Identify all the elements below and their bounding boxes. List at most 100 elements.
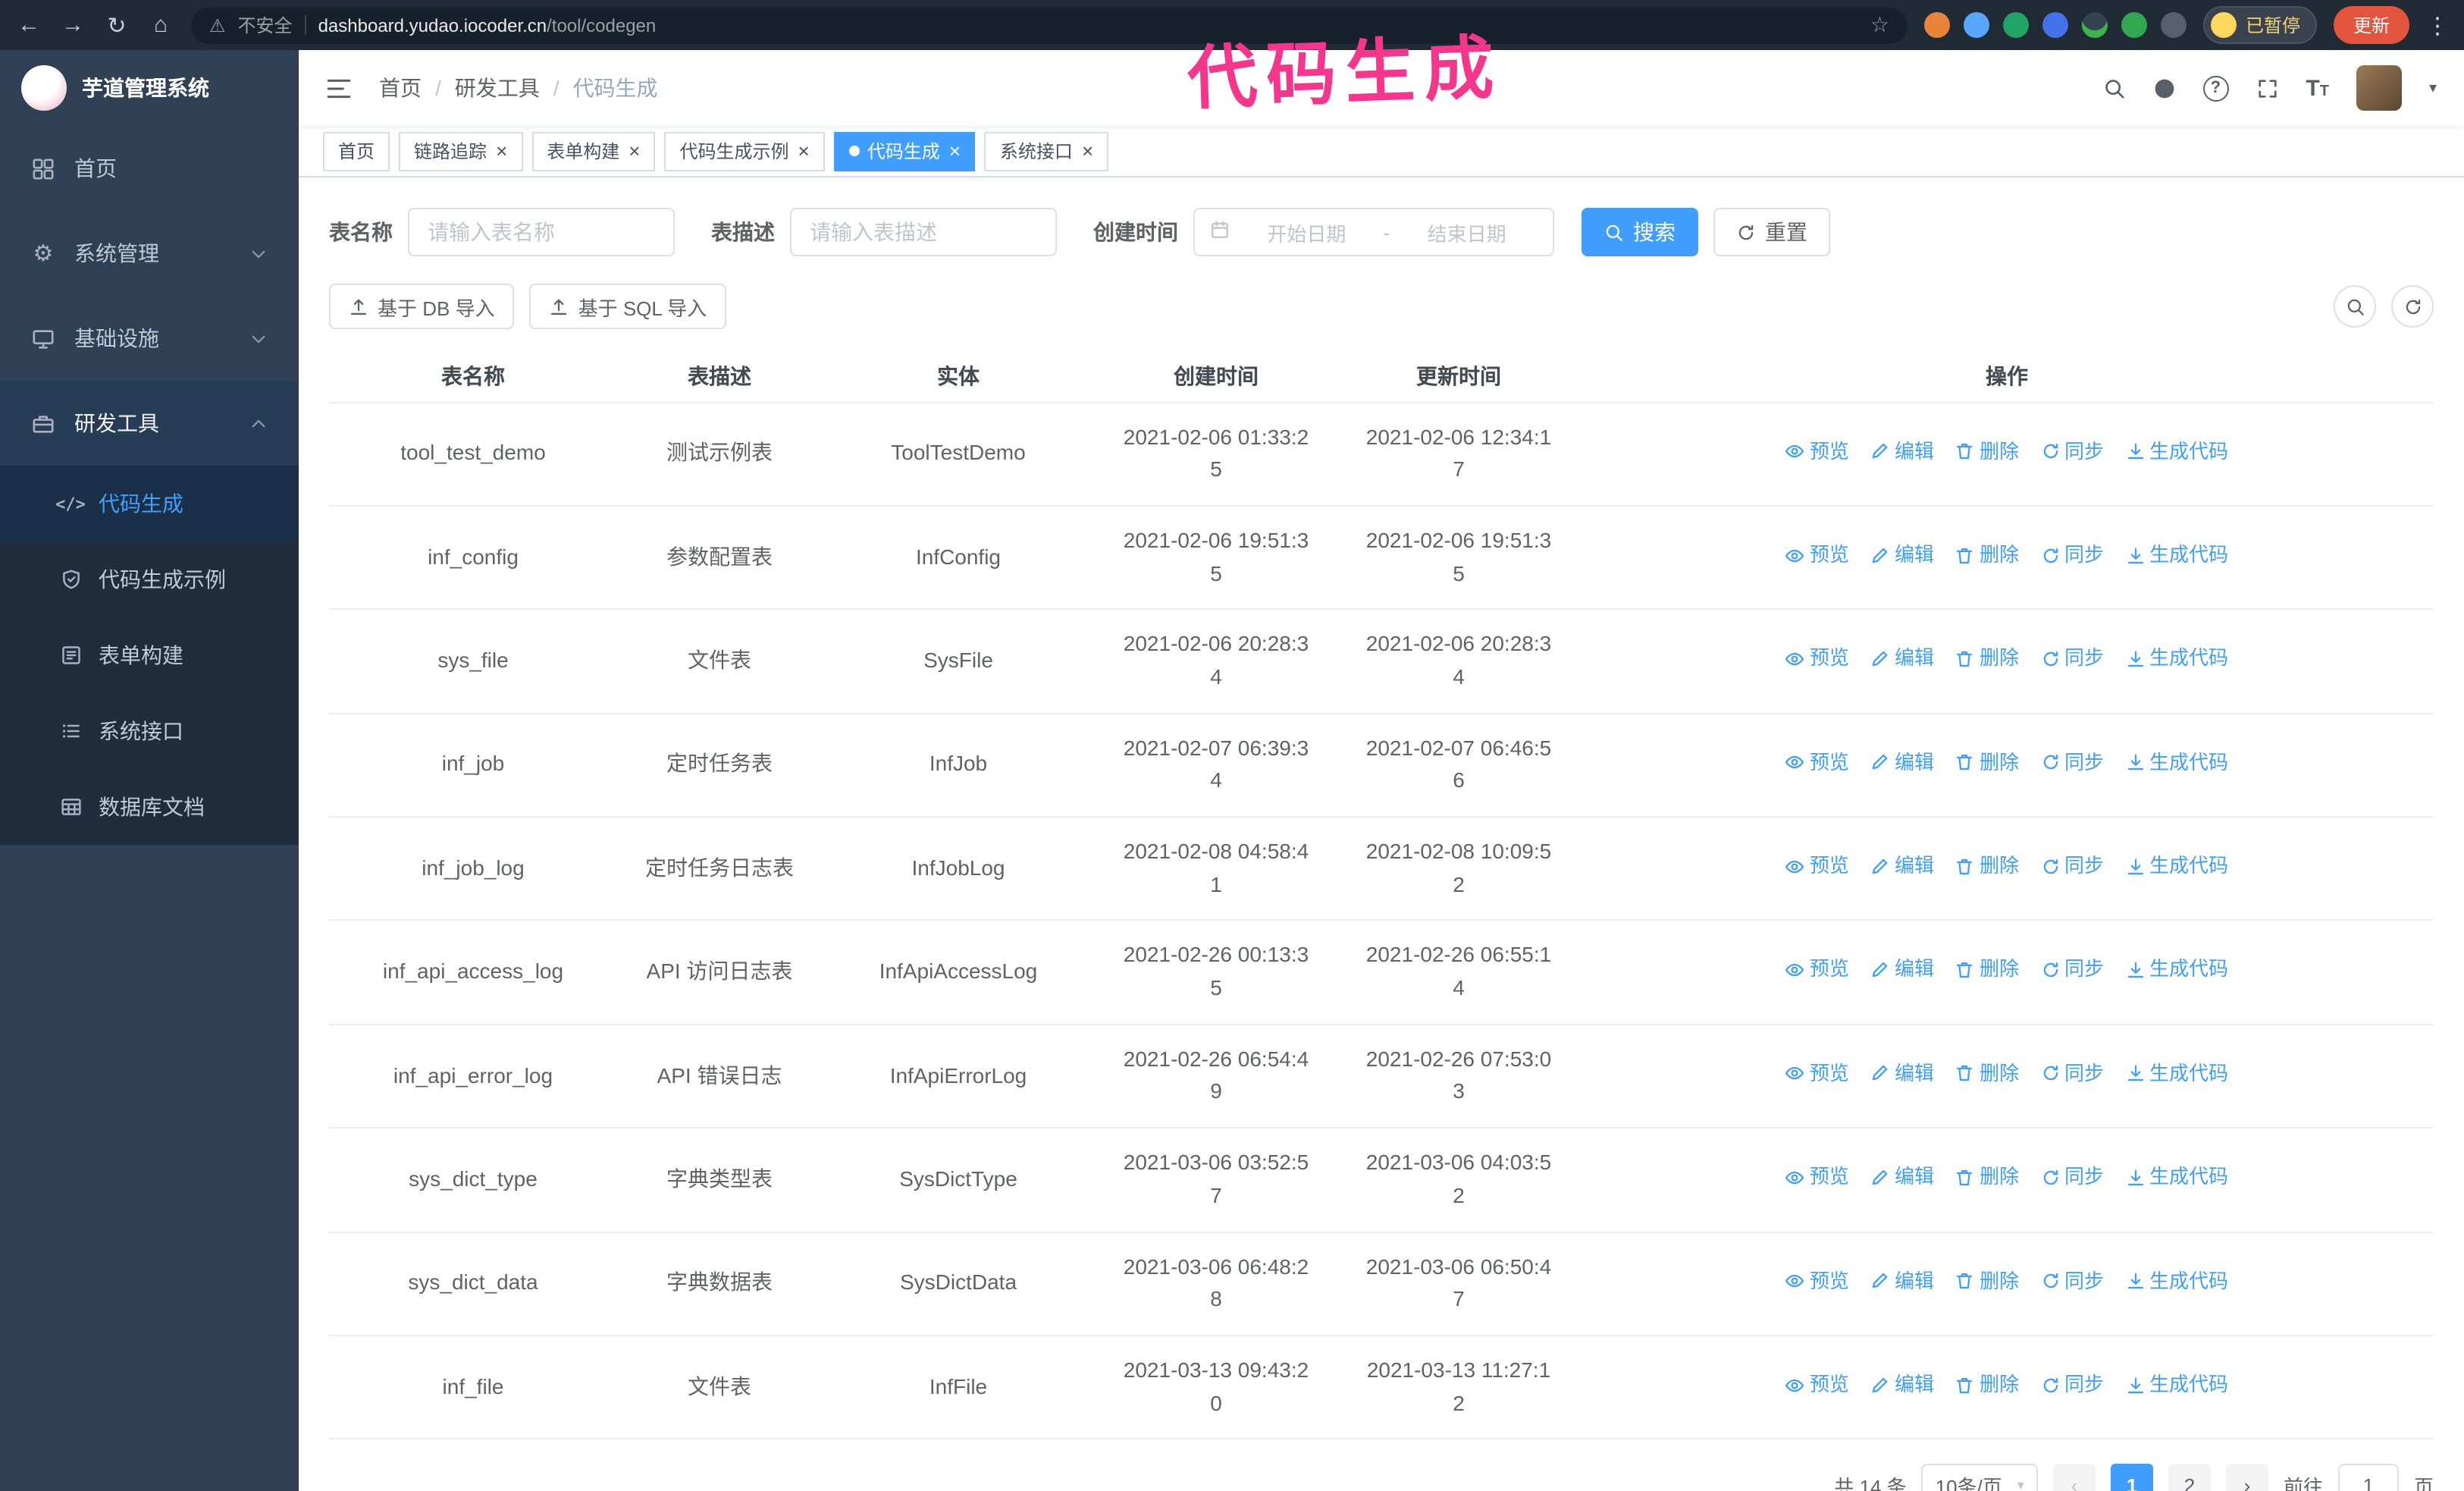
close-icon[interactable]: ×	[496, 141, 507, 161]
hamburger-icon[interactable]	[326, 75, 352, 101]
extension-icon[interactable]	[2160, 12, 2187, 38]
extension-icon[interactable]	[2121, 12, 2147, 38]
delete-link[interactable]: 删除	[1955, 1059, 2019, 1089]
preview-link[interactable]: 预览	[1785, 644, 1849, 674]
sql-import-button[interactable]: 基于 SQL 导入	[529, 284, 727, 329]
preview-link[interactable]: 预览	[1785, 1059, 1849, 1089]
close-icon[interactable]: ×	[798, 141, 810, 161]
sync-link[interactable]: 同步	[2040, 644, 2104, 674]
preview-link[interactable]: 预览	[1785, 436, 1849, 466]
sidebar-item-codegen[interactable]: </> 代码生成	[0, 466, 299, 541]
date-range-picker[interactable]: 开始日期 - 结束日期	[1193, 208, 1554, 256]
sync-link[interactable]: 同步	[2040, 1162, 2104, 1192]
tab-form-builder[interactable]: 表单构建 ×	[531, 131, 656, 171]
app-logo[interactable]: 芋道管理系统	[0, 50, 299, 126]
edit-link[interactable]: 编辑	[1870, 436, 1934, 466]
tab-trace[interactable]: 链路追踪 ×	[399, 131, 523, 171]
sync-link[interactable]: 同步	[2040, 747, 2104, 777]
forward-icon[interactable]: →	[59, 12, 86, 38]
generate-code-link[interactable]: 生成代码	[2125, 1162, 2228, 1192]
delete-link[interactable]: 删除	[1955, 955, 2019, 985]
tab-codegen[interactable]: 代码生成 ×	[833, 131, 976, 171]
edit-link[interactable]: 编辑	[1870, 851, 1934, 881]
preview-link[interactable]: 预览	[1785, 747, 1849, 777]
tab-codegen-example[interactable]: 代码生成示例 ×	[664, 131, 825, 171]
next-page-button[interactable]: ›	[2225, 1464, 2268, 1491]
delete-link[interactable]: 删除	[1955, 851, 2019, 881]
edit-link[interactable]: 编辑	[1870, 747, 1934, 777]
sync-link[interactable]: 同步	[2040, 955, 2104, 985]
user-avatar[interactable]	[2356, 65, 2402, 111]
address-bar[interactable]: ⚠ 不安全 dashboard.yudao.iocoder.cn/tool/co…	[191, 7, 1908, 43]
generate-code-link[interactable]: 生成代码	[2125, 1266, 2228, 1296]
table-desc-input[interactable]	[790, 208, 1057, 256]
sync-link[interactable]: 同步	[2040, 540, 2104, 570]
prev-page-button[interactable]: ‹	[2052, 1464, 2096, 1491]
github-icon[interactable]	[2152, 77, 2175, 99]
page-button-2[interactable]: 2	[2168, 1464, 2211, 1491]
breadcrumb-dev-tools[interactable]: 研发工具	[455, 73, 540, 103]
extension-icon[interactable]	[1923, 12, 1950, 38]
sidebar-item-infrastructure[interactable]: 基础设施	[0, 296, 299, 381]
edit-link[interactable]: 编辑	[1870, 1266, 1934, 1296]
preview-link[interactable]: 预览	[1785, 1266, 1849, 1296]
generate-code-link[interactable]: 生成代码	[2125, 851, 2228, 881]
refresh-button[interactable]	[2391, 285, 2434, 328]
close-icon[interactable]: ×	[949, 141, 961, 161]
edit-link[interactable]: 编辑	[1870, 1059, 1934, 1089]
sidebar-item-system-api[interactable]: 系统接口	[0, 693, 299, 769]
close-icon[interactable]: ×	[629, 141, 640, 161]
delete-link[interactable]: 删除	[1955, 1266, 2019, 1296]
table-name-input[interactable]	[408, 208, 675, 256]
bookmark-star-icon[interactable]: ☆	[1870, 12, 1889, 38]
extension-icon[interactable]	[2002, 12, 2029, 38]
generate-code-link[interactable]: 生成代码	[2125, 1370, 2228, 1400]
generate-code-link[interactable]: 生成代码	[2125, 540, 2228, 570]
delete-link[interactable]: 删除	[1955, 747, 2019, 777]
caret-down-icon[interactable]: ▾	[2429, 80, 2437, 96]
preview-link[interactable]: 预览	[1785, 540, 1849, 570]
edit-link[interactable]: 编辑	[1870, 644, 1934, 674]
goto-page-input[interactable]	[2337, 1464, 2399, 1491]
generate-code-link[interactable]: 生成代码	[2125, 1059, 2228, 1089]
generate-code-link[interactable]: 生成代码	[2125, 436, 2228, 466]
back-icon[interactable]: ←	[15, 12, 42, 38]
browser-menu-icon[interactable]: ⋮	[2426, 11, 2449, 39]
edit-link[interactable]: 编辑	[1870, 955, 1934, 985]
sidebar-item-form-builder[interactable]: 表单构建	[0, 617, 299, 693]
delete-link[interactable]: 删除	[1955, 644, 2019, 674]
toggle-search-button[interactable]	[2334, 285, 2376, 328]
tab-system-api[interactable]: 系统接口 ×	[984, 131, 1109, 171]
sidebar-item-system-management[interactable]: ⚙ 系统管理	[0, 211, 299, 296]
page-button-1[interactable]: 1	[2110, 1464, 2153, 1491]
font-size-icon[interactable]: TT	[2306, 75, 2329, 101]
security-label[interactable]: 不安全	[238, 12, 293, 38]
delete-link[interactable]: 删除	[1955, 436, 2019, 466]
help-icon[interactable]: ?	[2202, 75, 2229, 101]
reset-button[interactable]: 重置	[1713, 208, 1830, 256]
search-icon[interactable]	[2102, 77, 2125, 99]
sync-link[interactable]: 同步	[2040, 1370, 2104, 1400]
search-button[interactable]: 搜索	[1582, 208, 1698, 256]
close-icon[interactable]: ×	[1082, 141, 1093, 161]
extension-icon[interactable]	[2081, 12, 2108, 38]
delete-link[interactable]: 删除	[1955, 1162, 2019, 1192]
preview-link[interactable]: 预览	[1785, 1370, 1849, 1400]
preview-link[interactable]: 预览	[1785, 1162, 1849, 1192]
fullscreen-icon[interactable]	[2256, 77, 2278, 99]
breadcrumb-home[interactable]: 首页	[379, 73, 422, 103]
sidebar-item-codegen-example[interactable]: 代码生成示例	[0, 541, 299, 617]
edit-link[interactable]: 编辑	[1870, 1370, 1934, 1400]
tab-home[interactable]: 首页	[323, 131, 390, 171]
edit-link[interactable]: 编辑	[1870, 1162, 1934, 1192]
delete-link[interactable]: 删除	[1955, 540, 2019, 570]
delete-link[interactable]: 删除	[1955, 1370, 2019, 1400]
sidebar-item-home[interactable]: 首页	[0, 126, 299, 211]
sidebar-item-dev-tools[interactable]: 研发工具	[0, 381, 299, 466]
edit-link[interactable]: 编辑	[1870, 540, 1934, 570]
sync-link[interactable]: 同步	[2040, 1059, 2104, 1089]
generate-code-link[interactable]: 生成代码	[2125, 644, 2228, 674]
extension-icon[interactable]	[1963, 12, 1989, 38]
reload-icon[interactable]: ↻	[103, 11, 130, 39]
page-size-select[interactable]: 10条/页 ▾	[1921, 1464, 2038, 1491]
